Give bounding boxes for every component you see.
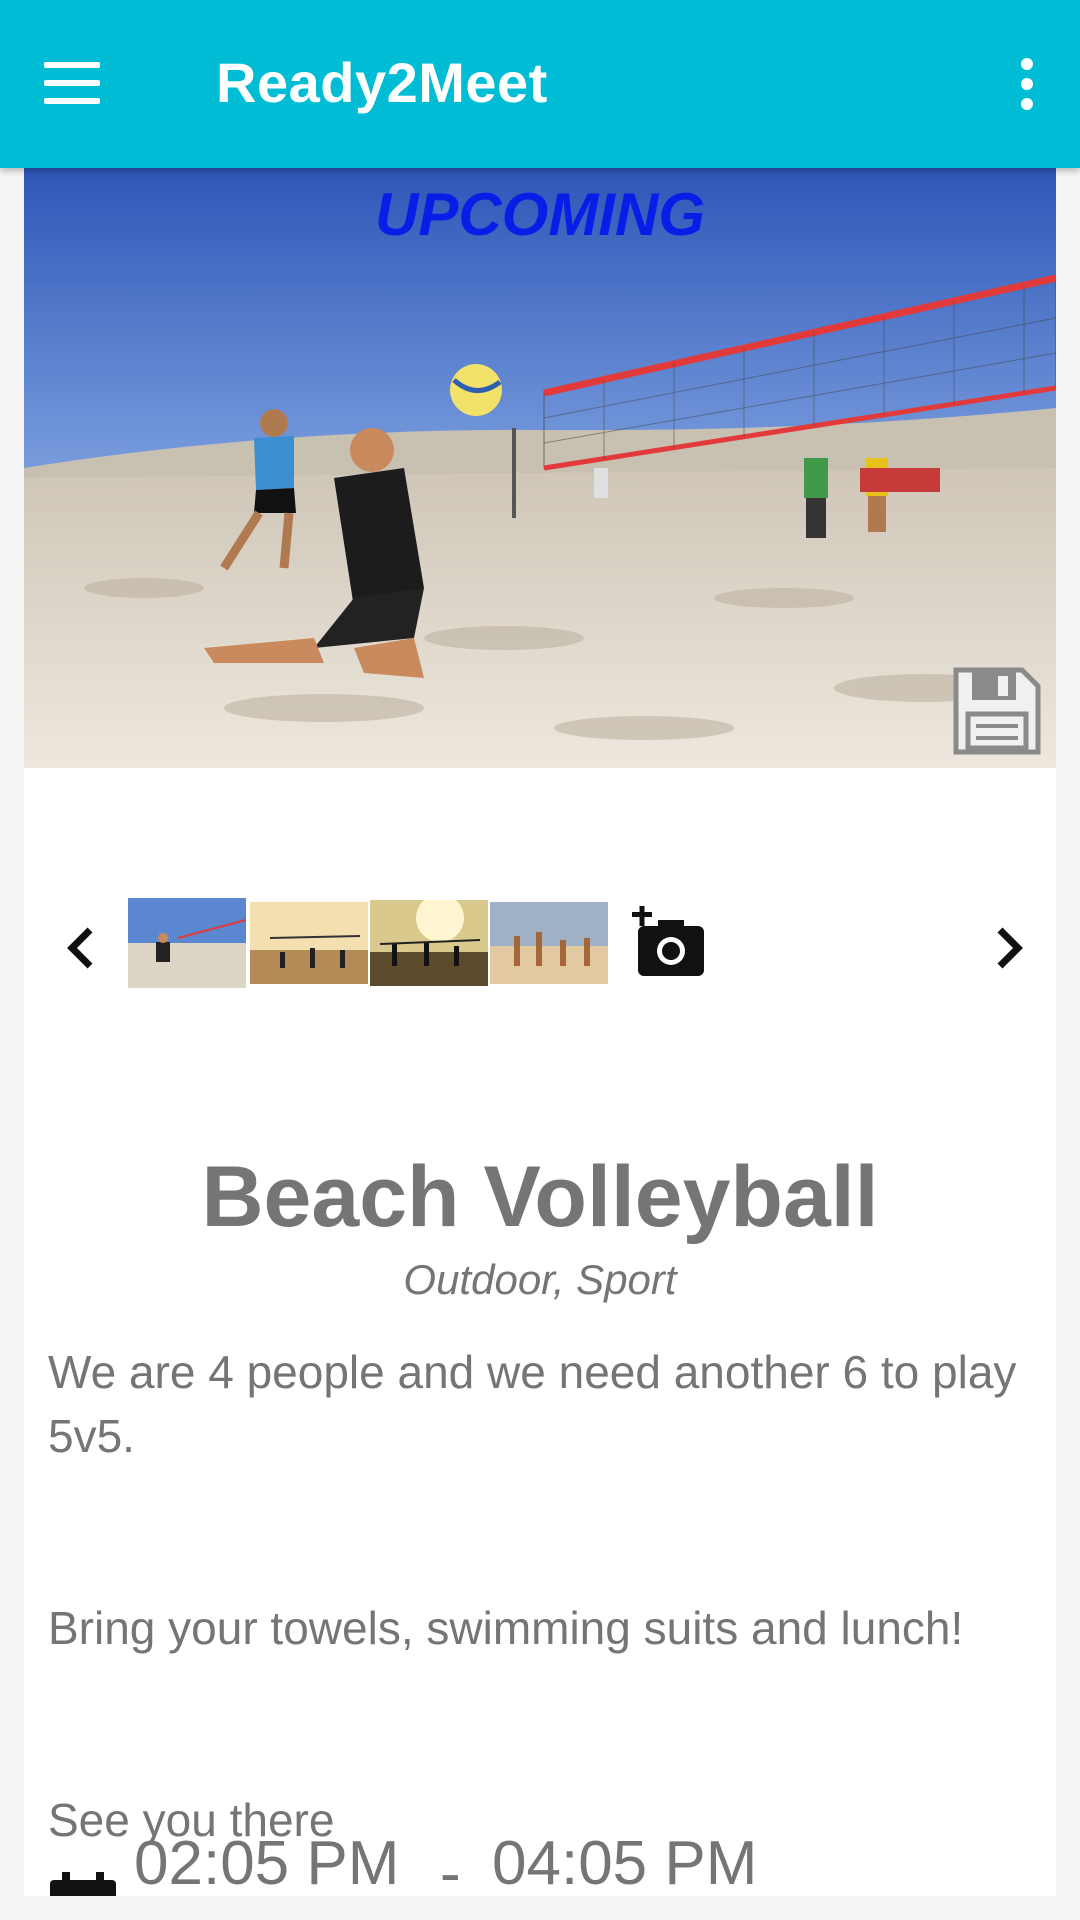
thumbnail-2[interactable] <box>250 902 368 984</box>
chevron-left-icon[interactable] <box>56 920 106 976</box>
event-end-time[interactable]: 04:05 PM <box>492 1828 757 1896</box>
hamburger-menu-icon[interactable] <box>30 44 114 124</box>
beach-volleyball-photo <box>24 168 1056 768</box>
event-description: We are 4 people and we need another 6 to… <box>48 1340 1038 1852</box>
add-a-photo-icon[interactable] <box>632 906 708 982</box>
app-title: Ready2Meet <box>216 51 548 114</box>
event-categories: Outdoor, Sport <box>403 1256 677 1303</box>
event-card: UPCOMING Beach Volleyball Outdoor, Sport… <box>24 168 1056 1896</box>
event-start-time[interactable]: 02:05 PM <box>134 1828 399 1896</box>
floppy-save-icon[interactable] <box>950 664 1044 758</box>
event-time-row: 02:05 PM - 04:05 PM <box>48 1828 1028 1896</box>
thumbnail-4[interactable] <box>490 902 608 984</box>
event-hero-image[interactable]: UPCOMING <box>24 168 1056 768</box>
thumbnail-1[interactable] <box>128 898 246 988</box>
photo-gallery <box>24 898 1056 1008</box>
app-bar: Ready2Meet <box>0 0 1080 168</box>
chevron-right-icon[interactable] <box>984 920 1034 976</box>
more-vert-icon[interactable] <box>996 44 1056 124</box>
event-status-label: UPCOMING <box>375 181 705 248</box>
event-title: Beach Volleyball <box>201 1149 879 1245</box>
time-separator: - <box>440 1839 461 1896</box>
calendar-icon <box>48 1872 118 1896</box>
description-paragraph: We are 4 people and we need another 6 to… <box>48 1346 1017 1462</box>
thumbnail-3[interactable] <box>370 900 488 986</box>
description-paragraph: Bring your towels, swimming suits and lu… <box>48 1602 964 1654</box>
